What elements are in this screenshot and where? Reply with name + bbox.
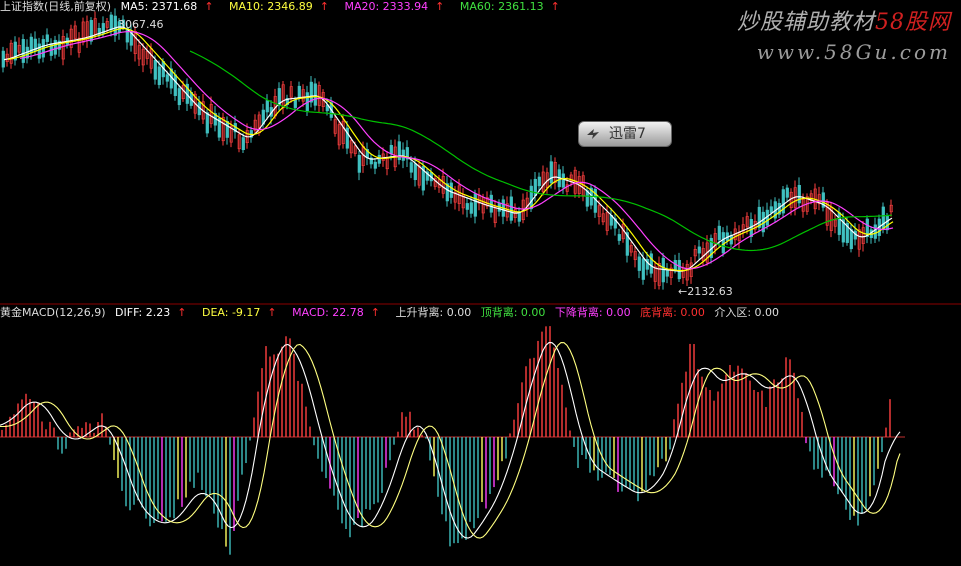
low-price-label: ←2132.63 (678, 285, 733, 298)
ma10-line (7, 27, 894, 272)
dea-value: DEA: -9.17 (201, 306, 261, 319)
dea-arrow-icon: ↑ (267, 306, 277, 319)
candle-body (473, 193, 477, 217)
candle-body (413, 163, 417, 181)
candle-body (769, 206, 773, 214)
price-panel-header: 上证指数(日线,前复权) MA5: 2371.68 ↑ MA10: 2346.89… (0, 0, 572, 14)
candle-body (177, 88, 181, 106)
candle-body (241, 137, 245, 151)
candle-body (537, 176, 541, 187)
candle-body (881, 206, 885, 230)
candle-body (509, 196, 513, 221)
candle-body (721, 232, 725, 254)
candle-body (465, 203, 469, 210)
candle-body (165, 74, 169, 82)
macd-panel-header: 黄金MACD(12,26,9) DIFF: 2.23 ↑ DEA: -9.17 ↑ … (0, 306, 785, 320)
candle-body (677, 259, 681, 280)
candle-body (113, 15, 117, 36)
top-divergence: 顶背离: 0.00 (480, 306, 546, 319)
entry-zone: 介入区: 0.00 (714, 306, 780, 319)
candle-body (297, 85, 301, 99)
candle-body (265, 100, 269, 113)
candle-body (37, 43, 41, 59)
candle-body (173, 74, 177, 96)
candle-body (469, 202, 473, 214)
candle-body (697, 246, 701, 254)
candle-body (109, 14, 113, 30)
ma5-arrow-icon: ↑ (204, 0, 214, 13)
candle-body (45, 34, 49, 42)
candle-body (313, 83, 317, 106)
candle-body (873, 224, 877, 239)
watermark-title: 炒股辅助教材 (736, 10, 875, 35)
macd-histogram (1, 326, 891, 555)
candle-body (785, 187, 789, 198)
candle-body (377, 154, 381, 164)
candle-body (309, 81, 313, 103)
high-price-label: 3067.46 (118, 18, 164, 31)
xunlei-float-button[interactable]: 迅雷7 (578, 121, 672, 147)
candle-body (517, 212, 521, 222)
bottom-divergence: 底背离: 0.00 (640, 306, 705, 319)
candle-body (561, 173, 565, 188)
candle-body (401, 149, 405, 161)
candle-body (357, 154, 361, 173)
macd-value: MACD: 22.78 (292, 306, 364, 319)
down-divergence: 下降背离: 0.00 (554, 306, 631, 319)
candle-body (373, 161, 377, 169)
candle-body (649, 253, 653, 274)
ma20-value: MA20: 2333.94 (344, 0, 429, 13)
candle-body (157, 66, 161, 85)
candle-body (205, 112, 209, 134)
index-name: 上证指数(日线,前复权) (0, 0, 112, 13)
candle-body (637, 256, 641, 271)
candle-body (717, 225, 721, 240)
ma60-value: MA60: 2361.13 (459, 0, 544, 13)
candle-body (449, 182, 453, 198)
ma60-line (189, 50, 893, 252)
candle-body (797, 185, 801, 204)
diff-value: DIFF: 2.23 (115, 306, 171, 319)
chart-window[interactable] (0, 0, 961, 562)
candle-body (389, 144, 393, 154)
candlestick-and-macd-chart[interactable] (0, 0, 961, 562)
candle-body (21, 39, 25, 63)
candle-body (641, 258, 645, 280)
candle-body (225, 120, 229, 138)
watermark: 炒股辅助教材58股网 www.58Gu.com (737, 4, 951, 64)
up-divergence: 上升背离: 0.00 (395, 306, 472, 319)
candle-body (549, 161, 553, 184)
macd-arrow-icon: ↑ (370, 306, 381, 319)
xunlei-label: 迅雷7 (609, 126, 646, 142)
ma10-arrow-icon: ↑ (319, 0, 329, 13)
ma60-arrow-icon: ↑ (550, 0, 560, 13)
candle-body (885, 215, 889, 231)
candle-body (849, 229, 853, 250)
candle-body (53, 39, 57, 55)
ma5-value: MA5: 2371.68 (120, 0, 198, 13)
candle-body (293, 99, 297, 108)
watermark-brand: 58股网 (875, 10, 951, 35)
ma10-value: MA10: 2346.89 (229, 0, 313, 13)
candle-body (409, 162, 413, 173)
candle-body (153, 60, 157, 80)
watermark-url: www.58Gu.com (756, 40, 951, 64)
candle-body (837, 212, 841, 235)
ma20-arrow-icon: ↑ (435, 0, 445, 13)
candle-body (617, 234, 621, 241)
diff-arrow-icon: ↑ (177, 306, 187, 319)
bird-icon (587, 129, 599, 139)
macd-name: 黄金MACD(12,26,9) (0, 306, 106, 319)
